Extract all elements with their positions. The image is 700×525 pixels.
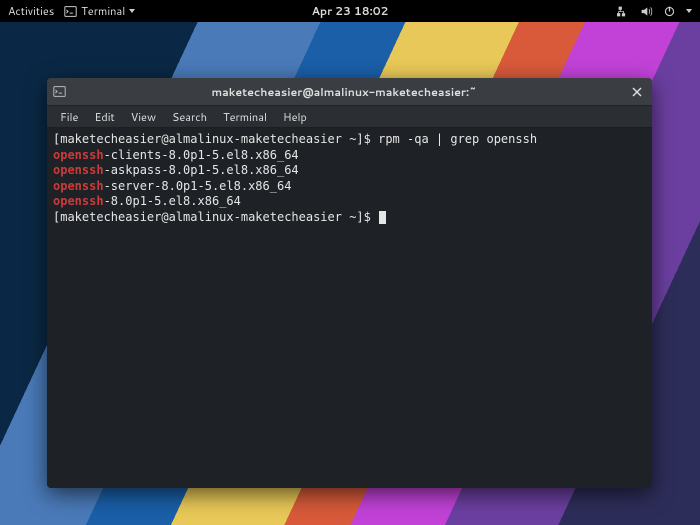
chevron-down-icon [686, 9, 692, 13]
chevron-down-icon [129, 9, 135, 13]
terminal-line: [maketecheasier@almalinux-maketecheasier… [53, 132, 646, 148]
menu-view[interactable]: View [124, 107, 163, 127]
power-icon[interactable] [663, 5, 676, 18]
menu-edit[interactable]: Edit [87, 107, 121, 127]
window-title: maketecheasier@almalinux-maketecheasier:… [70, 84, 628, 100]
close-icon [632, 87, 642, 97]
terminal-line: [maketecheasier@almalinux-maketecheasier… [53, 210, 646, 226]
volume-icon[interactable] [640, 5, 653, 18]
clock[interactable]: Apr 23 18:02 [312, 3, 389, 19]
network-icon[interactable] [617, 5, 630, 18]
activities-button[interactable]: Activities [8, 3, 54, 19]
menu-search[interactable]: Search [165, 107, 214, 127]
app-menu-label: Terminal [81, 3, 125, 19]
terminal-line: openssh-8.0p1-5.el8.x86_64 [53, 194, 646, 210]
terminal-line: openssh-clients-8.0p1-5.el8.x86_64 [53, 148, 646, 164]
menu-terminal[interactable]: Terminal [216, 107, 274, 127]
terminal-line: openssh-server-8.0p1-5.el8.x86_64 [53, 179, 646, 195]
menu-file[interactable]: File [53, 107, 85, 127]
menu-help[interactable]: Help [276, 107, 314, 127]
terminal-body[interactable]: [maketecheasier@almalinux-maketecheasier… [47, 128, 652, 488]
terminal-window: maketecheasier@almalinux-maketecheasier:… [47, 78, 652, 488]
terminal-icon [53, 85, 66, 98]
terminal-icon [64, 5, 77, 18]
menubar: File Edit View Search Terminal Help [47, 106, 652, 128]
gnome-topbar: Activities Terminal Apr 23 18:02 [0, 0, 700, 22]
app-menu[interactable]: Terminal [64, 3, 135, 19]
terminal-line: openssh-askpass-8.0p1-5.el8.x86_64 [53, 163, 646, 179]
close-button[interactable] [628, 83, 646, 101]
cursor [379, 211, 386, 224]
window-titlebar[interactable]: maketecheasier@almalinux-maketecheasier:… [47, 78, 652, 106]
